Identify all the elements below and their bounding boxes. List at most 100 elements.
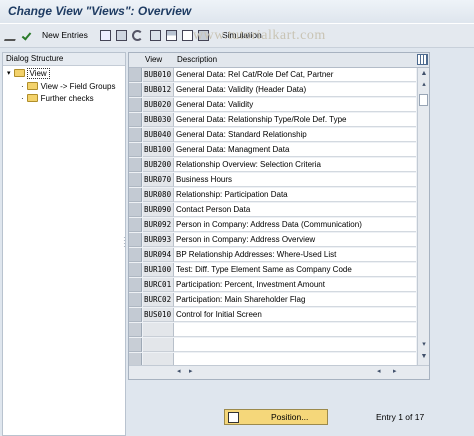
row-selector[interactable] xyxy=(129,278,142,292)
row-selector[interactable] xyxy=(129,188,142,202)
description-cell[interactable]: General Data: Validity (Header Data) xyxy=(174,83,416,97)
table-row[interactable]: BUR092 Person in Company: Address Data (C… xyxy=(129,218,429,233)
pencil-glasses-icon xyxy=(3,29,20,41)
table-row[interactable]: BUB040 General Data: Standard Relationshi… xyxy=(129,128,429,143)
empty-table-row[interactable] xyxy=(129,323,429,338)
table-row[interactable]: BUR080 Relationship: Participation Data xyxy=(129,188,429,203)
row-selector[interactable] xyxy=(129,308,142,322)
description-cell[interactable]: Relationship: Participation Data xyxy=(174,188,416,202)
undo-change-button[interactable] xyxy=(132,27,143,43)
table-row[interactable]: BURC01 Participation: Percent, Investment… xyxy=(129,278,429,293)
row-selector[interactable] xyxy=(129,158,142,172)
tree-item-further-checks[interactable]: · Further checks xyxy=(21,92,94,104)
panel-splitter[interactable]: · · · · xyxy=(123,234,126,251)
table-row[interactable]: BUB012 General Data: Validity (Header Dat… xyxy=(129,83,429,98)
table-row[interactable]: BUB100 General Data: Managment Data xyxy=(129,143,429,158)
view-cell: BUR092 xyxy=(143,218,174,232)
table-row[interactable]: BUR094 BP Relationship Addresses: Where-U… xyxy=(129,248,429,263)
row-selector[interactable] xyxy=(129,68,142,82)
scroll-up-page-icon[interactable]: ▴ xyxy=(419,80,429,90)
folder-icon xyxy=(26,82,38,90)
tree-item-label: View xyxy=(26,67,50,79)
delete-button[interactable] xyxy=(116,27,127,43)
table-row[interactable]: BUS010 Control for Initial Screen xyxy=(129,308,429,323)
row-selector[interactable] xyxy=(129,233,142,247)
open-folder-icon xyxy=(13,69,25,77)
row-selector[interactable] xyxy=(129,113,142,127)
copy-as-button[interactable] xyxy=(100,27,111,43)
row-selector[interactable] xyxy=(129,323,142,337)
table-row[interactable]: BUR070 Business Hours xyxy=(129,173,429,188)
row-selector[interactable] xyxy=(129,248,142,262)
deselect-all-icon xyxy=(182,29,193,41)
deselect-all-button[interactable] xyxy=(182,27,193,43)
row-selector[interactable] xyxy=(129,98,142,112)
row-selector[interactable] xyxy=(129,143,142,157)
description-cell[interactable]: Participation: Main Shareholder Flag xyxy=(174,293,416,307)
table-row[interactable]: BUB010 General Data: Rel Cat/Role Def Cat… xyxy=(129,68,429,83)
view-cell: BUB030 xyxy=(143,113,174,127)
new-entries-label: New Entries xyxy=(42,30,88,40)
check-button[interactable] xyxy=(21,27,32,43)
description-cell[interactable]: Person in Company: Address Data (Communi… xyxy=(174,218,416,232)
description-cell[interactable]: Business Hours xyxy=(174,173,416,187)
description-cell[interactable]: General Data: Relationship Type/Role Def… xyxy=(174,113,416,127)
table-settings-icon[interactable] xyxy=(417,54,428,65)
dialog-structure-panel: Dialog Structure ▾ View · View -> Field … xyxy=(2,52,126,436)
scroll-left-end-icon[interactable]: ◂ xyxy=(377,367,381,375)
new-entries-button[interactable]: New Entries xyxy=(42,27,88,43)
row-selector[interactable] xyxy=(129,263,142,277)
description-cell[interactable]: Contact Person Data xyxy=(174,203,416,217)
tree-item-view-field-groups[interactable]: · View -> Field Groups xyxy=(21,80,115,92)
row-selector[interactable] xyxy=(129,203,142,217)
display-change-button[interactable] xyxy=(3,27,20,43)
description-cell[interactable]: Control for Initial Screen xyxy=(174,308,416,322)
view-cell: BURC02 xyxy=(143,293,174,307)
column-header-view[interactable]: View xyxy=(145,55,162,64)
scroll-right-end-icon[interactable]: ▸ xyxy=(393,367,397,375)
scroll-right-icon[interactable]: ▸ xyxy=(189,367,193,375)
table-row[interactable]: BUB020 General Data: Validity xyxy=(129,98,429,113)
description-cell[interactable]: Relationship Overview: Selection Criteri… xyxy=(174,158,416,172)
description-cell[interactable]: BP Relationship Addresses: Where-Used Li… xyxy=(174,248,416,262)
description-cell[interactable]: General Data: Validity xyxy=(174,98,416,112)
row-selector[interactable] xyxy=(129,293,142,307)
table-row[interactable]: BUR100 Test: Diff. Type Element Same as C… xyxy=(129,263,429,278)
row-selector[interactable] xyxy=(129,83,142,97)
table-row[interactable]: BUR090 Contact Person Data xyxy=(129,203,429,218)
trash-icon xyxy=(116,29,127,41)
scroll-down-page-icon[interactable]: ▾ xyxy=(419,340,429,350)
description-cell[interactable] xyxy=(174,323,416,337)
table-row[interactable]: BUR093 Person in Company: Address Overvie… xyxy=(129,233,429,248)
description-cell[interactable]: General Data: Standard Relationship xyxy=(174,128,416,142)
table-row[interactable]: BUB030 General Data: Relationship Type/Ro… xyxy=(129,113,429,128)
description-cell[interactable]: Participation: Percent, Investment Amoun… xyxy=(174,278,416,292)
row-selector[interactable] xyxy=(129,173,142,187)
table-row[interactable]: BUB200 Relationship Overview: Selection C… xyxy=(129,158,429,173)
row-selector[interactable] xyxy=(129,128,142,142)
view-cell: BUB200 xyxy=(143,158,174,172)
view-cell: BURC01 xyxy=(143,278,174,292)
scroll-down-icon[interactable]: ▼ xyxy=(419,352,429,362)
scroll-left-icon[interactable]: ◂ xyxy=(177,367,181,375)
tree-item-view[interactable]: ▾ View xyxy=(7,67,50,79)
column-header-description[interactable]: Description xyxy=(177,55,217,64)
select-all-icon xyxy=(150,29,161,41)
view-cell: BUR100 xyxy=(143,263,174,277)
select-block-button[interactable] xyxy=(166,27,177,43)
scroll-thumb[interactable] xyxy=(419,94,428,106)
description-cell[interactable]: Person in Company: Address Overview xyxy=(174,233,416,247)
table-row[interactable]: BURC02 Participation: Main Shareholder Fl… xyxy=(129,293,429,308)
position-button[interactable]: Position... xyxy=(224,409,328,425)
select-all-button[interactable] xyxy=(150,27,161,43)
scroll-up-icon[interactable]: ▲ xyxy=(419,69,429,79)
description-cell[interactable]: Test: Diff. Type Element Same as Company… xyxy=(174,263,416,277)
empty-table-row[interactable] xyxy=(129,338,429,353)
description-cell[interactable]: General Data: Managment Data xyxy=(174,143,416,157)
vertical-scrollbar[interactable]: ▲ ▴ ▾ ▼ xyxy=(417,68,429,365)
row-selector[interactable] xyxy=(129,218,142,232)
horizontal-scrollbar[interactable]: ◂ ▸ ◂ ▸ xyxy=(129,365,429,379)
description-cell[interactable] xyxy=(174,338,416,352)
description-cell[interactable]: General Data: Rel Cat/Role Def Cat, Part… xyxy=(174,68,416,82)
row-selector[interactable] xyxy=(129,338,142,352)
